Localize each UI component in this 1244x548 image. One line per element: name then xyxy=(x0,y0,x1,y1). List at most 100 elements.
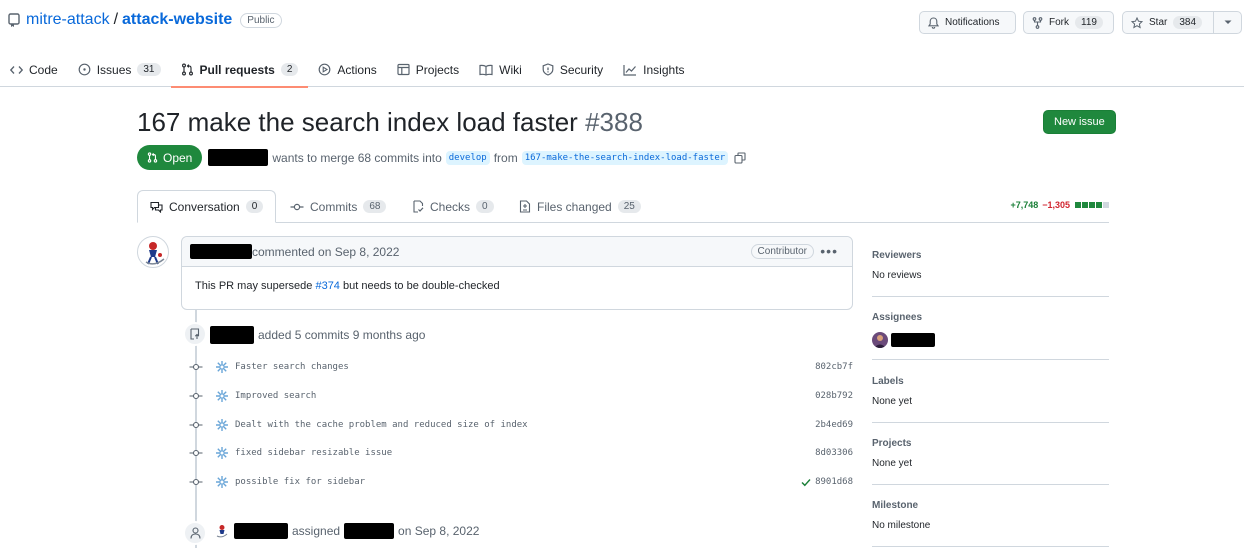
pr-number: #388 xyxy=(585,107,643,137)
commit-row[interactable]: Faster search changes 802cb7f xyxy=(189,359,853,375)
commit-row[interactable]: Dealt with the cache problem and reduced… xyxy=(189,417,853,433)
commit-sha[interactable]: 802cb7f xyxy=(815,362,853,372)
issue-link-374[interactable]: #374 xyxy=(315,280,339,292)
tab-files-changed-count: 25 xyxy=(617,200,641,213)
git-commit-icon xyxy=(189,475,203,489)
commit-author-avatar[interactable] xyxy=(215,446,229,460)
commit-sha[interactable]: 2b4ed69 xyxy=(815,420,853,430)
sidebar-projects: Projects None yet xyxy=(872,438,1109,469)
repo-nav-tabs: Code Issues 31 Pull requests 2 Actions P… xyxy=(0,52,695,88)
commit-message[interactable]: Dealt with the cache problem and reduced… xyxy=(235,420,528,430)
tab-checks-count: 0 xyxy=(476,200,494,213)
commit-sha[interactable]: 8901d68 xyxy=(815,477,853,487)
contributor-badge: Contributor xyxy=(750,244,814,259)
commits-added-event: added 5 commits 9 months ago xyxy=(210,326,425,344)
tab-commits[interactable]: Commits 68 xyxy=(290,190,387,223)
tab-files-changed[interactable]: Files changed 25 xyxy=(519,190,641,223)
commit-message[interactable]: possible fix for sidebar xyxy=(235,477,365,487)
git-pull-request-icon xyxy=(181,63,194,76)
redacted-author xyxy=(208,149,269,166)
commit-sha[interactable]: 028b792 xyxy=(815,391,853,401)
tab-security[interactable]: Security xyxy=(532,52,613,87)
repo-title: mitre-attack / attack-website Public xyxy=(8,11,282,29)
tab-code-label: Code xyxy=(29,62,58,77)
assignee-avatar[interactable] xyxy=(872,332,888,348)
fork-button[interactable]: Fork 119 xyxy=(1023,11,1114,34)
tab-wiki[interactable]: Wiki xyxy=(469,52,532,87)
comment-author-avatar[interactable] xyxy=(137,236,169,268)
comment-action[interactable]: commented on Sep 8, 2022 xyxy=(252,245,399,259)
redacted-assigner xyxy=(234,523,288,539)
check-icon[interactable] xyxy=(801,478,811,487)
labels-heading[interactable]: Labels xyxy=(872,376,1109,387)
tab-code[interactable]: Code xyxy=(0,52,68,87)
additions-count: +7,748 xyxy=(1010,200,1039,210)
comment-body: This PR may supersede #374 but needs to … xyxy=(182,267,852,305)
repo-name-link[interactable]: attack-website xyxy=(122,11,232,29)
copy-icon[interactable] xyxy=(734,151,746,164)
person-icon xyxy=(189,527,201,539)
tab-insights[interactable]: Insights xyxy=(613,52,694,87)
tab-actions[interactable]: Actions xyxy=(308,52,386,87)
from-text: from xyxy=(493,150,518,165)
star-button[interactable]: Star 384 xyxy=(1122,11,1242,34)
tab-checks[interactable]: Checks 0 xyxy=(412,190,494,223)
base-branch[interactable]: develop xyxy=(445,150,490,165)
milestone-heading[interactable]: Milestone xyxy=(872,500,1109,511)
commit-sha-group: 802cb7f xyxy=(815,362,853,372)
repo-owner-link[interactable]: mitre-attack xyxy=(26,11,110,29)
checklist-icon xyxy=(412,200,424,213)
sidebar-labels: Labels None yet xyxy=(872,376,1109,407)
repo-header: mitre-attack / attack-website Public Not… xyxy=(0,0,1244,88)
git-pull-request-icon xyxy=(147,152,158,163)
tab-files-changed-label: Files changed xyxy=(537,199,612,214)
bell-icon xyxy=(928,16,939,29)
star-count: 384 xyxy=(1173,16,1203,29)
head-branch[interactable]: 167-make-the-search-index-load-faster xyxy=(521,150,729,165)
projects-heading[interactable]: Projects xyxy=(872,438,1109,449)
notifications-label: Notifications xyxy=(945,17,1000,28)
assignees-heading[interactable]: Assignees xyxy=(872,312,1109,323)
commit-sha-group: 8901d68 xyxy=(801,477,853,487)
commit-row[interactable]: possible fix for sidebar 8901d68 xyxy=(189,474,853,490)
tab-insights-label: Insights xyxy=(643,62,685,77)
reviewers-heading[interactable]: Reviewers xyxy=(872,250,1109,261)
commit-message[interactable]: Improved search xyxy=(235,391,316,401)
commit-sha[interactable]: 8d03306 xyxy=(815,448,853,458)
sidebar-reviewers: Reviewers No reviews xyxy=(872,250,1109,281)
commit-row[interactable]: Improved search 028b792 xyxy=(189,388,853,404)
new-issue-button[interactable]: New issue xyxy=(1043,110,1116,134)
commit-message[interactable]: fixed sidebar resizable issue xyxy=(235,448,392,458)
sidebar-assignees: Assignees xyxy=(872,312,1109,348)
comment-body-suffix: but needs to be double-checked xyxy=(343,280,500,292)
file-diff-icon xyxy=(519,200,531,213)
assigner-avatar[interactable] xyxy=(214,523,230,539)
comment-header: commented on Sep 8, 2022 Contributor ••• xyxy=(182,237,852,267)
tab-pull-requests[interactable]: Pull requests 2 xyxy=(170,52,309,88)
commit-author-avatar[interactable] xyxy=(215,389,229,403)
commit-message[interactable]: Faster search changes xyxy=(235,362,349,372)
assigned-event: assigned on Sep 8, 2022 xyxy=(214,523,479,539)
assigned-text: assigned xyxy=(292,524,341,538)
pr-state-label: Open xyxy=(163,150,193,165)
commit-author-avatar[interactable] xyxy=(215,360,229,374)
star-lists-dropdown[interactable] xyxy=(1213,12,1241,33)
tab-conversation[interactable]: Conversation 0 xyxy=(137,190,276,223)
git-commit-icon xyxy=(189,446,203,460)
reviewers-value: No reviews xyxy=(872,270,922,281)
sidebar-divider xyxy=(872,359,1109,360)
diffstat[interactable]: +7,748 −1,305 xyxy=(1010,200,1109,210)
kebab-horizontal-icon[interactable]: ••• xyxy=(820,243,838,259)
code-icon xyxy=(10,64,23,76)
tab-pull-requests-count: 2 xyxy=(280,63,299,76)
assigned-date[interactable]: on Sep 8, 2022 xyxy=(398,524,479,538)
commit-row[interactable]: fixed sidebar resizable issue 8d03306 xyxy=(189,445,853,461)
tab-projects[interactable]: Projects xyxy=(387,52,469,87)
notifications-button[interactable]: Notifications xyxy=(919,11,1016,34)
commit-author-avatar[interactable] xyxy=(215,418,229,432)
tab-conversation-count: 0 xyxy=(245,200,264,213)
comment-discussion-icon xyxy=(150,201,163,213)
diffstat-blocks xyxy=(1074,200,1109,210)
tab-issues[interactable]: Issues 31 xyxy=(68,52,171,87)
commit-author-avatar[interactable] xyxy=(215,475,229,489)
